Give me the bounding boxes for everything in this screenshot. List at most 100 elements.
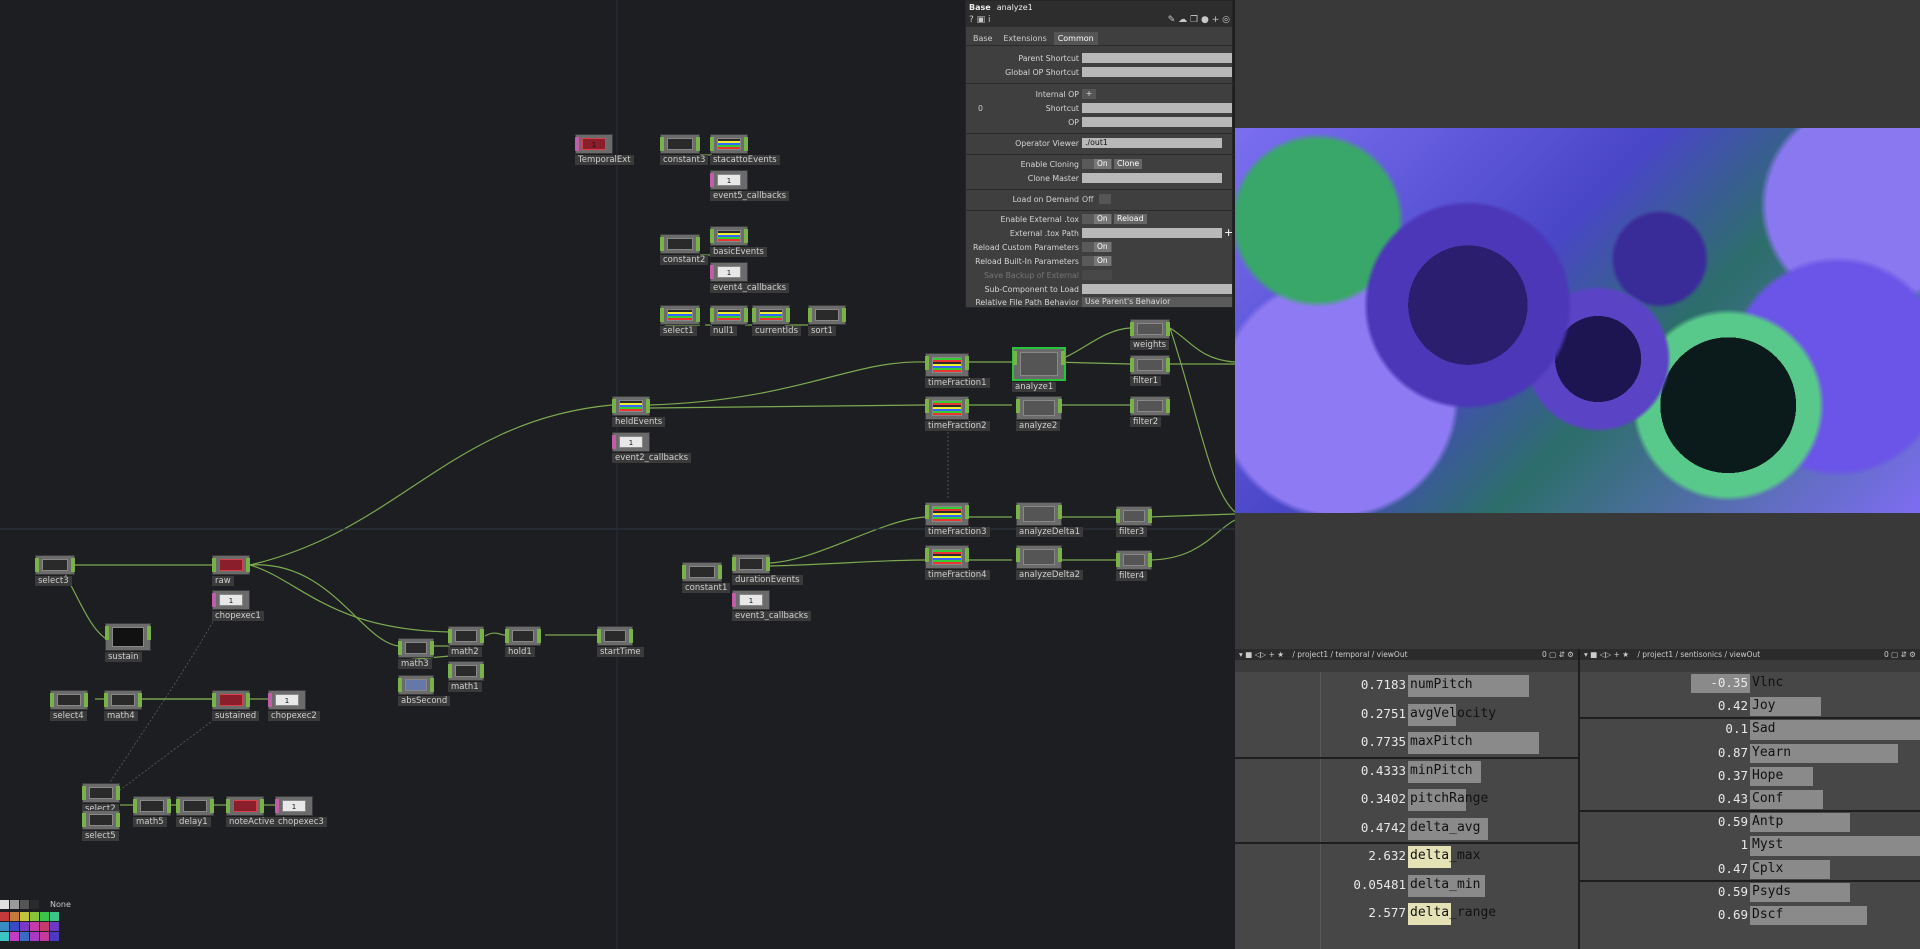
add-file-icon[interactable]: + <box>1224 227 1233 238</box>
info-icon[interactable]: i <box>988 15 991 25</box>
network-editor[interactable]: 1 TemporalExt constant3 stacattoEvents 1e… <box>0 0 1235 949</box>
pane-page: 0 <box>1883 650 1889 659</box>
pane-split-icon[interactable]: ■ <box>1590 650 1597 659</box>
pane-path[interactable]: / project1 / sentisonics / viewOut <box>1637 650 1760 659</box>
value-name: delta_range <box>1410 905 1497 920</box>
reload-custom-toggle[interactable]: On <box>1082 242 1112 252</box>
value-name: Antp <box>1752 814 1784 830</box>
relative-file-path-dropdown[interactable]: Use Parent's Behavior <box>1082 297 1232 307</box>
pane-page: 0 <box>1541 650 1547 659</box>
tab-extensions[interactable]: Extensions <box>999 32 1050 45</box>
swatch[interactable] <box>0 932 9 941</box>
pane-star-icon[interactable]: ★ <box>1622 650 1629 659</box>
swatch[interactable] <box>50 922 59 931</box>
pane-add-icon[interactable]: + <box>1614 650 1620 659</box>
value-row: 0.42 Joy <box>1580 695 1920 718</box>
add-icon[interactable]: + <box>1212 15 1220 25</box>
value-number: 0.1 <box>1725 721 1748 737</box>
value-number: 0.4333 <box>1360 762 1406 778</box>
load-on-demand-toggle[interactable] <box>1099 194 1111 204</box>
value-row: 2.632 delta_max <box>1235 843 1578 871</box>
help-icon[interactable]: ? <box>969 15 974 25</box>
param-parent-shortcut: Parent Shortcut <box>966 53 1234 64</box>
value-row: 0.05481 delta_min <box>1235 872 1578 900</box>
pane-back-icon[interactable]: ◁▷ <box>1600 650 1612 659</box>
pencil-icon[interactable]: ✎ <box>1168 15 1176 25</box>
parameter-panel[interactable]: Base analyze1 ? ▣ i ✎ ☁ ❐ ● + ◎ Base Exte… <box>965 0 1234 308</box>
swatch[interactable] <box>0 912 9 921</box>
internal-op-add-button[interactable]: + <box>1082 89 1096 99</box>
swatch[interactable] <box>30 912 39 921</box>
reload-builtin-toggle[interactable]: On <box>1082 256 1112 266</box>
param-global-op-shortcut: Global OP Shortcut <box>966 67 1234 78</box>
clone-button[interactable]: Clone <box>1114 159 1143 169</box>
pane-add-icon[interactable]: + <box>1269 650 1275 659</box>
param-divider <box>966 154 1234 155</box>
python-icon[interactable]: ▣ <box>977 15 986 25</box>
comment-icon[interactable]: ☁ <box>1178 15 1187 25</box>
param-icon-bar: ? ▣ i ✎ ☁ ❐ ● + ◎ <box>966 14 1232 27</box>
value-name: numPitch <box>1410 677 1473 692</box>
enable-cloning-toggle[interactable]: On <box>1082 159 1112 169</box>
value-row: 0.2751 avgVelocity <box>1235 701 1578 729</box>
swatch[interactable] <box>20 900 29 909</box>
pane-path[interactable]: / project1 / temporal / viewOut <box>1292 650 1407 659</box>
swatch[interactable] <box>30 900 39 909</box>
swatch[interactable] <box>10 932 19 941</box>
swatch[interactable] <box>50 912 59 921</box>
reload-button[interactable]: Reload <box>1114 214 1147 224</box>
pane-star-icon[interactable]: ★ <box>1277 650 1284 659</box>
shortcut-field[interactable] <box>1082 103 1232 113</box>
swatch[interactable] <box>10 900 19 909</box>
pane-toolbar: ▾ ■ ◁▷ + ★ / project1 / sentisonics / vi… <box>1580 649 1920 660</box>
copy-icon[interactable]: ❐ <box>1190 15 1198 25</box>
pane-split-icon[interactable]: ■ <box>1245 650 1252 659</box>
pane-temporal-viewout[interactable]: ▾ ■ ◁▷ + ★ / project1 / temporal / viewO… <box>1235 649 1578 949</box>
tab-base[interactable]: Base <box>969 32 996 45</box>
swatch[interactable] <box>20 932 29 941</box>
swatch[interactable] <box>10 912 19 921</box>
swatch[interactable] <box>40 932 49 941</box>
param-title-bar: Base analyze1 <box>966 1 1232 14</box>
swatch[interactable] <box>20 922 29 931</box>
value-row: 0.47 Cplx <box>1580 858 1920 881</box>
external-tox-path-field[interactable] <box>1082 228 1222 238</box>
swatch[interactable] <box>10 922 19 931</box>
op-field[interactable] <box>1082 117 1232 127</box>
value-number: 0.05481 <box>1353 876 1406 892</box>
operator-viewer-field[interactable]: ./out1 <box>1082 138 1222 148</box>
value-row: 0.69 Dscf <box>1580 904 1920 927</box>
save-backup-toggle[interactable] <box>1082 270 1112 280</box>
swatch[interactable] <box>20 912 29 921</box>
value-name: Dscf <box>1752 907 1784 922</box>
value-row: 0.1 Sad <box>1580 718 1920 741</box>
swatch[interactable] <box>30 932 39 941</box>
swatch[interactable] <box>30 922 39 931</box>
palette-icon[interactable]: ● <box>1201 15 1209 25</box>
value-name: delta_max <box>1410 848 1481 863</box>
sub-component-field[interactable] <box>1082 284 1232 294</box>
pane-sentisonics-viewout[interactable]: ▾ ■ ◁▷ + ★ / project1 / sentisonics / vi… <box>1580 649 1920 949</box>
value-number: 0.59 <box>1717 814 1748 830</box>
tab-common[interactable]: Common <box>1053 32 1098 45</box>
swatch[interactable] <box>40 912 49 921</box>
swatch[interactable] <box>40 922 49 931</box>
target-icon[interactable]: ◎ <box>1222 15 1230 25</box>
swatch[interactable] <box>0 922 9 931</box>
pane-menu-icon[interactable]: ▾ <box>1584 650 1588 659</box>
enable-external-tox-toggle[interactable]: On <box>1082 214 1112 224</box>
value-name: Vlnc <box>1752 675 1784 690</box>
value-name: delta_min <box>1410 876 1481 892</box>
op-name[interactable]: analyze1 <box>997 3 1033 12</box>
swatch[interactable] <box>50 932 59 941</box>
pane-menu-icon[interactable]: ▾ <box>1239 650 1243 659</box>
output-viewer[interactable] <box>1235 0 1920 649</box>
value-name: Hope <box>1752 767 1784 783</box>
global-op-shortcut-field[interactable] <box>1082 67 1232 77</box>
value-number: 0.47 <box>1717 860 1748 876</box>
palette-none-label: None <box>50 900 71 909</box>
pane-back-icon[interactable]: ◁▷ <box>1255 650 1267 659</box>
swatch[interactable] <box>0 900 9 909</box>
clone-master-field[interactable] <box>1082 173 1222 183</box>
parent-shortcut-field[interactable] <box>1082 53 1232 63</box>
